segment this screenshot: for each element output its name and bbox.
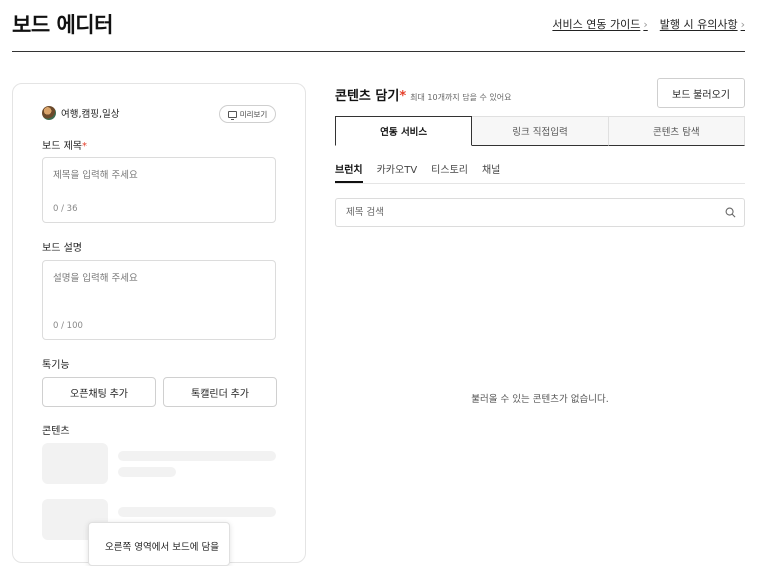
title-search-box xyxy=(335,198,745,227)
content-source-tabs: 연동 서비스 링크 직접입력 콘텐츠 탐색 xyxy=(335,116,745,146)
profile-row: 여행,캠핑,일상 xyxy=(42,106,119,120)
service-subtabs: 브런치 카카오TV 티스토리 채널 xyxy=(335,156,745,184)
content-add-title-text: 콘텐츠 담기 xyxy=(335,89,400,104)
tab-explore-content[interactable]: 콘텐츠 탐색 xyxy=(608,116,745,146)
profile-name: 여행,캠핑,일상 xyxy=(61,109,120,120)
chevron-right-icon: › xyxy=(740,17,745,31)
search-icon[interactable] xyxy=(725,207,736,218)
talk-features-label: 톡기능 xyxy=(42,360,70,371)
service-guide-link-label: 서비스 연동 가이드 xyxy=(552,18,641,31)
board-desc-counter: 0 / 100 xyxy=(53,321,83,331)
add-talk-calendar-button[interactable]: 톡캘린더 추가 xyxy=(163,377,277,407)
content-guide-tooltip: 오른쪽 영역에서 보드에 담을 xyxy=(88,522,230,566)
monitor-icon xyxy=(227,110,237,120)
board-editor-panel: 여행,캠핑,일상 미리보기 보드 제목* 제목을 입력해 주세요 0 / 36 … xyxy=(12,83,306,566)
preview-button-label: 미리보기 xyxy=(239,109,268,119)
board-desc-placeholder: 설명을 입력해 주세요 xyxy=(53,273,138,284)
content-line-skeleton xyxy=(118,451,276,461)
board-title-label: 보드 제목* xyxy=(42,137,87,152)
content-line-skeleton xyxy=(118,467,176,477)
header-divider xyxy=(12,51,745,52)
board-title-placeholder: 제목을 입력해 주세요 xyxy=(53,170,138,181)
publish-notice-link-label: 발행 시 유의사항 xyxy=(659,18,738,31)
board-title-label-text: 보드 제목 xyxy=(42,141,82,152)
load-board-button[interactable]: 보드 불러오기 xyxy=(657,78,745,108)
tab-direct-link[interactable]: 링크 직접입력 xyxy=(472,116,609,146)
header-links: 서비스 연동 가이드 › 발행 시 유의사항 › xyxy=(552,16,745,32)
content-limit-hint: 최대 10개까지 담을 수 있어요 xyxy=(410,93,512,102)
tab-linked-services[interactable]: 연동 서비스 xyxy=(335,116,473,146)
title-search-input[interactable] xyxy=(336,199,706,226)
board-desc-label: 보드 설명 xyxy=(42,243,82,254)
content-thumb-skeleton xyxy=(42,443,108,484)
page-title: 보드 에디터 xyxy=(12,13,113,37)
add-open-chat-button[interactable]: 오픈채팅 추가 xyxy=(42,377,156,407)
content-label: 콘텐츠 xyxy=(42,426,70,437)
board-title-input[interactable]: 제목을 입력해 주세요 0 / 36 xyxy=(42,157,276,223)
content-line-skeleton xyxy=(118,507,276,517)
content-add-header: 콘텐츠 담기* 최대 10개까지 담을 수 있어요 xyxy=(335,85,511,104)
required-mark: * xyxy=(399,89,407,104)
required-mark: * xyxy=(81,141,87,152)
service-guide-link[interactable]: 서비스 연동 가이드 › xyxy=(552,16,647,32)
board-desc-input[interactable]: 설명을 입력해 주세요 0 / 100 xyxy=(42,260,276,340)
subtab-kakaotv[interactable]: 카카오TV xyxy=(377,156,418,183)
preview-button[interactable]: 미리보기 xyxy=(219,105,276,123)
subtab-tistory[interactable]: 티스토리 xyxy=(431,156,468,183)
subtab-brunch[interactable]: 브런치 xyxy=(335,156,363,183)
subtab-channel[interactable]: 채널 xyxy=(482,156,500,183)
empty-state-message: 불러올 수 있는 콘텐츠가 없습니다. xyxy=(471,394,609,405)
publish-notice-link[interactable]: 발행 시 유의사항 › xyxy=(660,16,745,32)
avatar xyxy=(42,106,56,120)
content-add-title: 콘텐츠 담기* xyxy=(335,85,406,104)
board-title-counter: 0 / 36 xyxy=(53,204,78,214)
chevron-right-icon: › xyxy=(643,17,648,31)
